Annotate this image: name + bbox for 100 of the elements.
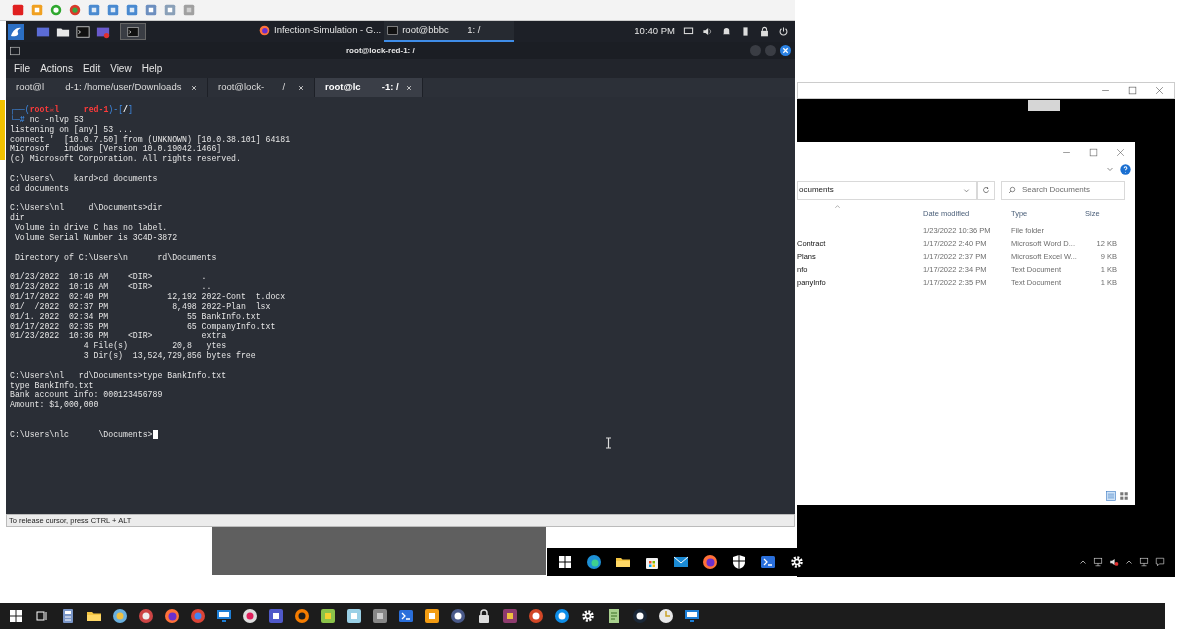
circle-app-icon[interactable] bbox=[632, 608, 648, 624]
notification-icon[interactable] bbox=[1155, 557, 1165, 567]
output-line: 01/17/2022 02:35 PM 65 CompanyInfo.txt bbox=[10, 321, 276, 331]
close-button[interactable] bbox=[780, 45, 791, 56]
output-line: 01/23/2022 10:36 PM <DIR> extra bbox=[10, 331, 227, 341]
maximize-icon[interactable] bbox=[1089, 147, 1098, 157]
lock-icon[interactable] bbox=[476, 608, 492, 624]
menu-item[interactable]: Actions bbox=[40, 61, 73, 76]
chevron-down-icon bbox=[963, 186, 970, 194]
square-app-icon[interactable] bbox=[268, 608, 284, 624]
menu-item[interactable]: Help bbox=[141, 61, 163, 76]
tiles-view-icon[interactable] bbox=[1119, 491, 1129, 501]
toolbar-icon[interactable] bbox=[69, 4, 81, 16]
refresh-button[interactable] bbox=[977, 180, 995, 200]
terminal-icon[interactable] bbox=[760, 554, 776, 570]
monitor-icon[interactable] bbox=[684, 608, 700, 624]
square-app-icon[interactable] bbox=[346, 608, 362, 624]
text-cursor-icon bbox=[605, 437, 612, 449]
terminal-icon[interactable] bbox=[76, 24, 90, 39]
output-line: 01/23/2022 10:16 AM <DIR> . bbox=[10, 272, 207, 282]
output-line: Volume in drive C has no label. bbox=[13, 223, 168, 233]
sort-up-icon bbox=[834, 203, 841, 210]
output-line: 01/17/2022 02:40 PM 12,192 2022-Cont t.docx bbox=[10, 292, 286, 302]
prompt-line: ┌──(root☠l red-1)-[/] bbox=[10, 105, 133, 115]
window-title: root@lock-red-1: / bbox=[346, 44, 415, 57]
clock-text: 10:40 PM bbox=[634, 24, 675, 39]
power-icon[interactable] bbox=[778, 26, 789, 37]
windows-logo-icon[interactable] bbox=[8, 608, 24, 624]
output-line: Directory of C:\Users\n rd\Documents bbox=[13, 252, 217, 263]
output-line: (c) Microsoft Corporation. All rights reserved. bbox=[10, 154, 241, 165]
circle-app-icon[interactable] bbox=[294, 608, 310, 624]
square-app-icon[interactable] bbox=[372, 608, 388, 624]
firefox-icon[interactable] bbox=[702, 554, 718, 570]
circle-app-icon[interactable] bbox=[138, 608, 154, 624]
chevron-up-icon[interactable] bbox=[1125, 558, 1133, 566]
network-icon[interactable] bbox=[1139, 557, 1149, 567]
circle-app-icon[interactable] bbox=[450, 608, 466, 624]
toolbar-icon[interactable] bbox=[50, 4, 62, 16]
toolbar-icon[interactable] bbox=[107, 4, 119, 16]
toolbar-icon[interactable] bbox=[126, 4, 138, 16]
square-app-icon[interactable] bbox=[424, 608, 440, 624]
text-cursor bbox=[152, 430, 158, 440]
circle-app-icon[interactable] bbox=[554, 608, 570, 624]
taskbar-task[interactable]: root@bbbc 1: / bbox=[384, 21, 515, 42]
toolbar-icon[interactable] bbox=[164, 4, 176, 16]
address-bar[interactable]: ocuments bbox=[797, 180, 977, 200]
terminal-icon bbox=[387, 25, 399, 36]
circle-app-icon[interactable] bbox=[528, 608, 544, 624]
task-view-icon[interactable] bbox=[34, 608, 50, 624]
maximize-icon[interactable] bbox=[1128, 86, 1137, 95]
monitor-icon[interactable] bbox=[683, 26, 694, 37]
shield-icon[interactable] bbox=[731, 554, 747, 570]
circle-app-icon[interactable] bbox=[112, 608, 128, 624]
monitor-icon[interactable] bbox=[216, 608, 232, 624]
output-line: type BankInfo.txt bbox=[10, 380, 94, 391]
terminal-icon[interactable] bbox=[398, 608, 414, 624]
command-prompt: C:\Users\nlc \Documents> bbox=[10, 429, 153, 440]
output-line: dir bbox=[10, 213, 25, 223]
output-line: C:\Users\nl d\Documents>dir bbox=[10, 203, 163, 213]
square-app-icon[interactable] bbox=[502, 608, 518, 624]
output-line: connect ' [10.0.7.50] from (UNKNOWN) [10.0.38.101] 64181 bbox=[10, 134, 291, 145]
circle-app-icon[interactable] bbox=[242, 608, 258, 624]
output-line: Volume Serial Number is 3C4D-3872 bbox=[13, 232, 178, 243]
gear-icon[interactable] bbox=[789, 554, 805, 570]
output-line: Microsof indows [Version 10.0.19042.1466] bbox=[10, 144, 222, 154]
terminal-tab[interactable]: root@lc -1: / bbox=[315, 78, 423, 97]
close-icon bbox=[782, 47, 789, 54]
network-icon[interactable] bbox=[1093, 557, 1103, 567]
menu-item[interactable]: Edit bbox=[82, 61, 101, 76]
notepad-icon[interactable] bbox=[606, 608, 622, 624]
windows-logo-icon[interactable] bbox=[557, 554, 573, 570]
muted-speaker-icon[interactable] bbox=[1109, 557, 1119, 567]
battery-icon[interactable] bbox=[740, 26, 751, 37]
menu-item[interactable]: View bbox=[110, 61, 132, 76]
clock-icon[interactable] bbox=[658, 608, 674, 624]
menu-item[interactable]: File bbox=[14, 61, 31, 76]
terminal-icon bbox=[127, 25, 139, 38]
gear-icon[interactable] bbox=[580, 608, 596, 624]
active-window-button[interactable] bbox=[120, 23, 146, 40]
mail-icon[interactable] bbox=[673, 554, 689, 570]
chevron-up-icon[interactable] bbox=[1079, 558, 1087, 566]
output-line: cd documents bbox=[10, 183, 69, 194]
volume-icon[interactable] bbox=[702, 26, 713, 37]
refresh-icon bbox=[982, 186, 990, 194]
bell-icon[interactable] bbox=[721, 26, 732, 37]
firefox-icon bbox=[259, 25, 270, 36]
calculator-icon[interactable] bbox=[60, 608, 76, 624]
toolbar-icon[interactable] bbox=[145, 4, 157, 16]
output-line: 3 Dir(s) 13,524,729,856 bytes free bbox=[82, 351, 256, 361]
help-icon[interactable] bbox=[1120, 163, 1131, 175]
taskbar-task[interactable]: Infection-Simulation - G... bbox=[256, 21, 385, 42]
square-app-icon[interactable] bbox=[320, 608, 336, 624]
output-line: 01/ /2022 02:37 PM 8,498 2022-Plan lsx bbox=[10, 301, 271, 312]
output-line: 01/1. 2022 02:34 PM 55 BankInfo.txt bbox=[10, 311, 261, 322]
edge-icon[interactable] bbox=[586, 554, 602, 570]
toolbar-icon[interactable] bbox=[88, 4, 100, 16]
lock-icon[interactable] bbox=[759, 26, 770, 37]
toolbar-icon[interactable] bbox=[12, 4, 24, 16]
search-field[interactable]: Search Documents bbox=[1001, 180, 1125, 200]
firefox-icon[interactable] bbox=[164, 608, 180, 624]
